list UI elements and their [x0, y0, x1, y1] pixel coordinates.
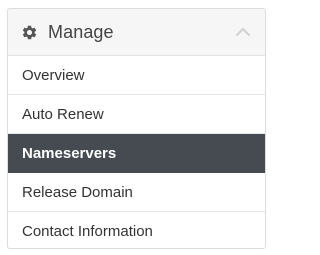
menu-item-nameservers[interactable]: Nameservers: [8, 134, 265, 173]
menu-item-overview[interactable]: Overview: [8, 56, 265, 95]
panel-title: Manage: [48, 21, 114, 42]
chevron-up-icon[interactable]: [235, 26, 251, 38]
menu-item-auto-renew[interactable]: Auto Renew: [8, 95, 265, 134]
panel-header[interactable]: Manage: [8, 9, 265, 56]
menu-item-contact-information[interactable]: Contact Information: [8, 212, 265, 248]
gear-icon: [21, 24, 38, 41]
menu-item-release-domain[interactable]: Release Domain: [8, 173, 265, 212]
manage-panel: Manage Overview Auto Renew Nameservers R…: [7, 8, 266, 249]
